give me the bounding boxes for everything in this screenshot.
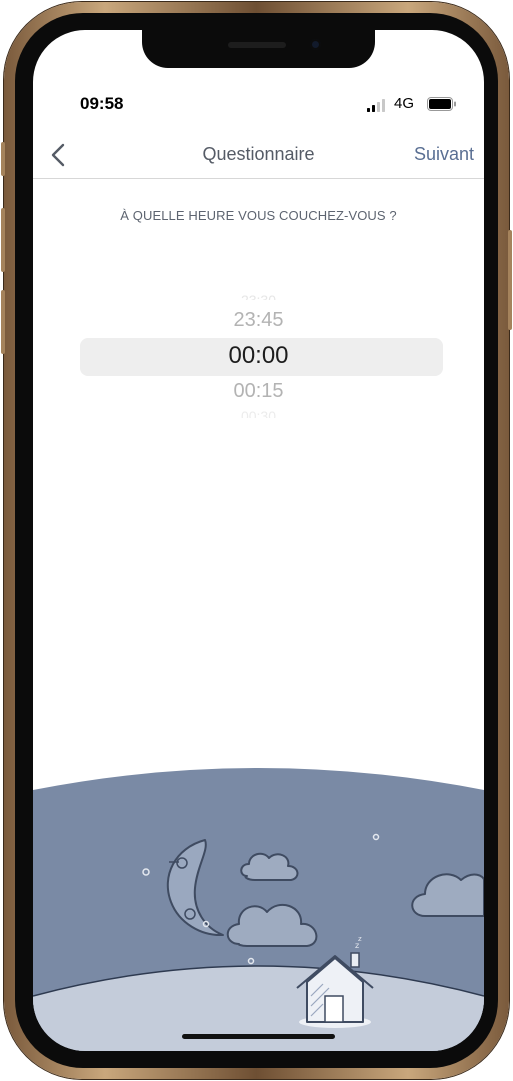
volume-down-button	[1, 290, 5, 354]
silent-switch	[1, 142, 5, 176]
picker-row-faint: 00:30	[240, 408, 277, 418]
navigation-bar: Questionnaire Suivant	[33, 134, 484, 179]
picker-row-next[interactable]: 00:15	[33, 380, 484, 403]
picker-row-previous[interactable]: 23:45	[33, 309, 484, 332]
home-indicator[interactable]	[182, 1034, 335, 1039]
picker-row-faint: 23:30	[240, 292, 277, 300]
svg-text:z: z	[358, 935, 362, 943]
volume-up-button	[1, 208, 5, 272]
status-bar: 09:58 4G	[33, 94, 484, 118]
app-screen: 09:58 4G Questionnaire Suivant À QUELLE …	[33, 30, 484, 1051]
notch	[142, 30, 375, 68]
next-button[interactable]: Suivant	[414, 144, 474, 165]
status-time: 09:58	[80, 94, 124, 113]
network-type: 4G	[394, 95, 415, 112]
picker-row-selected[interactable]: 00:00	[33, 342, 484, 370]
signal-bars-icon	[367, 99, 385, 112]
night-house-illustration: z z	[33, 768, 484, 1051]
front-camera	[310, 39, 321, 50]
question-text: À QUELLE HEURE VOUS COUCHEZ-VOUS ?	[120, 208, 397, 223]
battery-icon	[427, 97, 456, 111]
speaker	[228, 42, 286, 48]
power-button	[508, 230, 512, 330]
time-picker[interactable]: 23:30 23:45 00:00 00:15 00:30	[33, 292, 484, 432]
